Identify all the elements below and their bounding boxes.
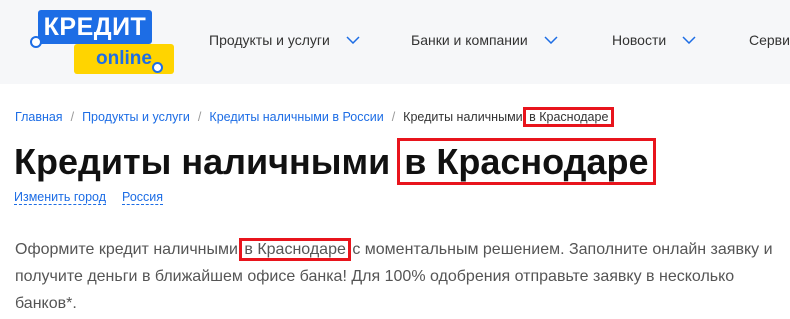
breadcrumb-separator: / <box>391 110 396 124</box>
logo-dot-left <box>30 36 42 48</box>
lead-paragraph: Оформите кредит наличными в Краснодаре с… <box>15 236 780 317</box>
chevron-down-icon <box>346 36 360 44</box>
chevron-down-icon <box>544 36 558 44</box>
breadcrumb-home[interactable]: Главная <box>15 110 63 124</box>
breadcrumb-products[interactable]: Продукты и услуги <box>82 110 190 124</box>
page-title-prefix: Кредиты наличными <box>14 141 401 182</box>
site-logo[interactable]: КРЕДИТ online <box>28 10 174 76</box>
nav-item-services[interactable]: Сервис <box>749 30 790 50</box>
region-link[interactable]: Россия <box>122 190 164 205</box>
nav-item-banks[interactable]: Банки и компании <box>411 30 558 50</box>
lead-prefix: Оформите кредит наличными <box>15 241 243 258</box>
breadcrumb-current-highlight: в Краснодаре <box>523 107 615 127</box>
breadcrumb-current: Кредиты наличными в Краснодаре <box>403 107 615 127</box>
change-city-link[interactable]: Изменить город <box>14 190 107 205</box>
page-title-highlight: в Краснодаре <box>397 138 656 185</box>
breadcrumb-current-prefix: Кредиты наличными <box>403 110 527 124</box>
breadcrumb-separator: / <box>197 110 202 124</box>
logo-dot-right <box>152 62 163 73</box>
site-header: КРЕДИТ online Продукты и услуги Банки и … <box>0 0 790 84</box>
nav-item-news[interactable]: Новости <box>612 30 696 50</box>
nav-item-label: Продукты и услуги <box>209 32 330 48</box>
logo-top-text: КРЕДИТ <box>38 10 152 44</box>
breadcrumb-cash-loans-russia[interactable]: Кредиты наличными в России <box>209 110 383 124</box>
nav-item-label: Новости <box>612 32 667 48</box>
page-title: Кредиты наличными в Краснодаре <box>14 138 656 185</box>
nav-item-label: Сервис <box>749 32 790 48</box>
breadcrumb: Главная / Продукты и услуги / Кредиты наличн… <box>15 107 615 127</box>
breadcrumb-separator: / <box>70 110 75 124</box>
nav-item-products[interactable]: Продукты и услуги <box>209 30 360 50</box>
chevron-down-icon <box>682 36 696 44</box>
nav-item-label: Банки и компании <box>411 32 528 48</box>
lead-highlight: в Краснодаре <box>239 238 351 261</box>
location-links: Изменить город Россия <box>14 189 164 205</box>
